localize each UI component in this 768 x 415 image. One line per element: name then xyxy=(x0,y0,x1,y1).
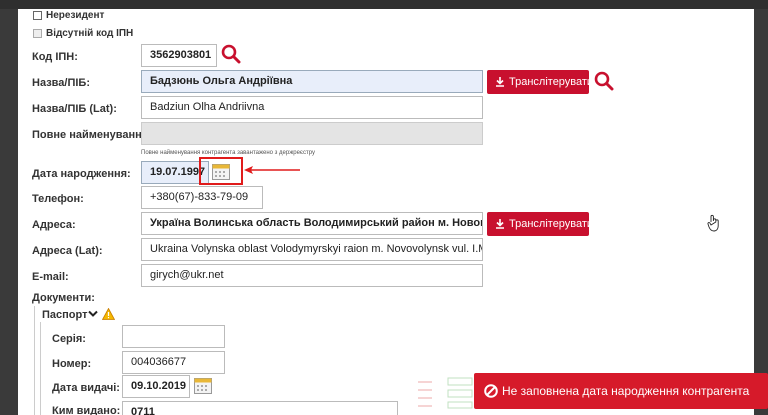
issue-date-input[interactable]: 09.10.2019 xyxy=(122,375,190,398)
passport-frame xyxy=(40,322,41,415)
ipn-label: Код ІПН: xyxy=(32,51,78,63)
name-lat-label: Назва/ПІБ (Lat): xyxy=(32,103,117,115)
download-icon xyxy=(496,219,504,229)
highlight-box xyxy=(199,157,243,185)
error-toast[interactable]: Не заповнена дата народження контрагента xyxy=(474,373,768,409)
annotation-arrow-icon xyxy=(244,166,300,174)
search-icon[interactable] xyxy=(594,71,614,91)
full-name-hint: Повне найменування контрагента завантаже… xyxy=(141,150,315,156)
phone-input[interactable]: +380(67)-833-79-09 xyxy=(141,186,263,209)
email-label: E-mail: xyxy=(32,271,69,283)
nonresident-label: Нерезидент xyxy=(46,10,105,21)
issued-by-input[interactable]: 0711 xyxy=(122,401,398,415)
ban-icon xyxy=(484,384,498,398)
address-lat-label: Адреса (Lat): xyxy=(32,245,103,257)
full-name-label: Повне найменування: xyxy=(32,129,152,141)
transliterate-name-button[interactable]: Транслітерувати xyxy=(487,70,593,94)
address-lat-input[interactable]: Ukraina Volynska oblast Volodymyrskyi ra… xyxy=(141,238,483,261)
nonresident-checkbox[interactable] xyxy=(33,11,42,20)
number-label: Номер: xyxy=(52,358,92,370)
warning-icon xyxy=(102,308,115,320)
documents-label: Документи: xyxy=(32,292,95,304)
documents-frame xyxy=(34,306,35,415)
calendar-icon[interactable] xyxy=(194,378,212,394)
faded-widget-icon xyxy=(418,377,473,409)
birth-date-label: Дата народження: xyxy=(32,168,131,180)
transliterate-name-label: Транслітерувати xyxy=(509,76,594,88)
counterparty-form: Нерезидент Відсутній код ІПН Код ІПН: 35… xyxy=(18,9,754,415)
address-label: Адреса: xyxy=(32,219,76,231)
name-label: Назва/ПІБ: xyxy=(32,77,90,89)
issue-date-label: Дата видачі: xyxy=(52,382,120,394)
address-input[interactable]: Україна Волинська область Володимирський… xyxy=(141,212,483,235)
issued-by-label: Ким видано: xyxy=(52,405,121,415)
series-label: Серія: xyxy=(52,333,86,345)
no-ipn-checkbox[interactable] xyxy=(33,29,42,38)
ipn-input[interactable]: 3562903801 xyxy=(141,44,217,67)
toast-message: Не заповнена дата народження контрагента xyxy=(502,384,750,398)
window-top-bar xyxy=(0,0,768,9)
hand-cursor-icon xyxy=(707,214,719,232)
name-input[interactable]: Бадзюнь Ольга Андріївна xyxy=(141,70,483,93)
phone-label: Телефон: xyxy=(32,193,84,205)
transliterate-address-button[interactable]: Транслітерувати xyxy=(487,212,593,236)
number-input[interactable]: 004036677 xyxy=(122,351,225,374)
email-input[interactable]: girych@ukr.net xyxy=(141,264,483,287)
download-icon xyxy=(496,77,504,87)
transliterate-address-label: Транслітерувати xyxy=(509,218,594,230)
full-name-input[interactable] xyxy=(141,122,483,145)
chevron-down-icon[interactable] xyxy=(88,310,98,318)
passport-label: Паспорт xyxy=(42,309,88,321)
right-dark-margin xyxy=(754,9,768,415)
series-input[interactable] xyxy=(122,325,225,348)
left-dark-margin xyxy=(0,9,18,415)
search-icon[interactable] xyxy=(221,44,241,64)
no-ipn-label: Відсутній код ІПН xyxy=(46,28,134,39)
name-lat-input[interactable]: Badziun Olha Andriivna xyxy=(141,96,483,119)
